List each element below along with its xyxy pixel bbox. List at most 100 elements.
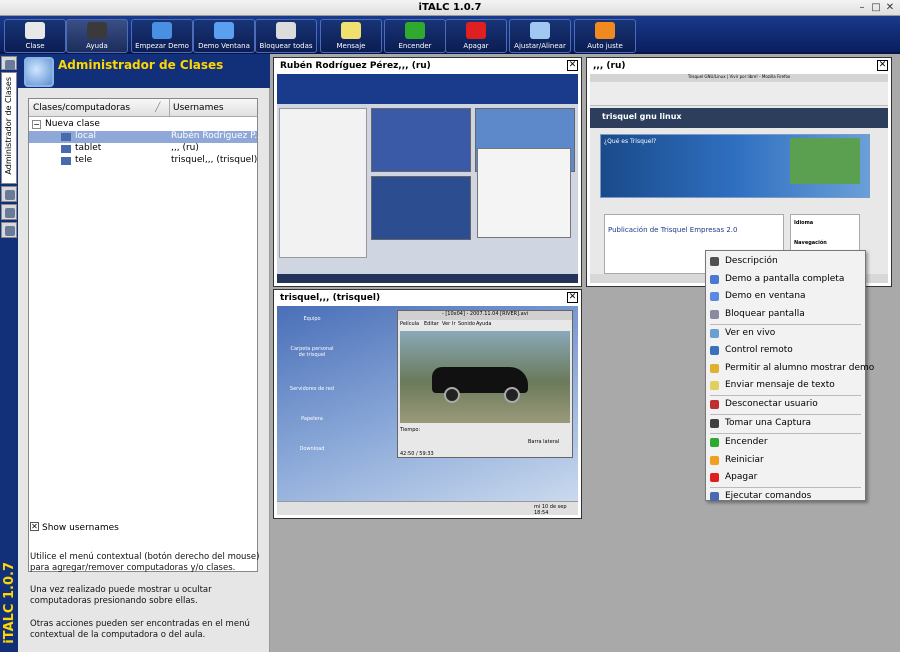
auto-adjust-icon — [595, 22, 615, 39]
screen-close-button[interactable]: ✕ — [567, 60, 578, 71]
toolbar-button-demo[interactable]: Empezar Demo — [131, 19, 193, 53]
player-menu-item: Editar — [424, 321, 439, 327]
show-usernames-label: Show usernames — [42, 523, 119, 533]
power-off-icon — [710, 473, 719, 482]
toolbar-button-label: Ayuda — [86, 42, 108, 50]
client-screen[interactable]: trisquel,,, (trisquel) ✕ Equipo Carpeta p… — [273, 289, 582, 519]
toolbar-button-power-off[interactable]: Apagar — [445, 19, 507, 53]
menu-item-window-demo[interactable]: Demo en ventana — [706, 288, 865, 305]
help-text-2: Una vez realizado puede mostrar u oculta… — [30, 585, 212, 606]
power-off-icon — [466, 22, 486, 39]
browser-title: Trisquel GNU/Linux | Vivir por libre! - … — [590, 74, 888, 82]
toolbar-button-search[interactable]: Ajustar/Alinear — [509, 19, 571, 53]
menu-item-label: Apagar — [725, 472, 758, 482]
toolbar-button-label: Apagar — [463, 42, 489, 50]
toolbar-button-label: Ajustar/Alinear — [514, 42, 566, 50]
tools-icon — [5, 208, 15, 218]
toolbar-button-label: Encender — [398, 42, 432, 50]
show-usernames-checkbox[interactable]: ✕ — [30, 522, 39, 531]
menu-item-label: Enviar mensaje de texto — [725, 380, 835, 390]
desktop-icon: Equipo — [303, 316, 321, 322]
close-window-button[interactable]: ✕ — [884, 2, 896, 14]
player-menu-item: Sonido — [458, 321, 476, 327]
menu-item-student-demo[interactable]: Permitir al alumno mostrar demo — [706, 360, 874, 377]
sidebar-tab-tools[interactable] — [1, 204, 17, 220]
panel-header: Administrador de Clases — [18, 54, 270, 88]
menu-item-power-off[interactable]: Apagar — [706, 469, 865, 486]
player-menu-item: Ver — [442, 321, 451, 327]
minimize-button[interactable]: – — [856, 2, 868, 14]
screen-user-name: Rubén Rodríguez Pérez,,, (ru) — [280, 61, 431, 71]
column-header-usernames[interactable]: Usernames — [173, 103, 224, 113]
menu-item-message[interactable]: Enviar mensaje de texto — [706, 377, 865, 394]
toolbar-button-label: Demo Ventana — [198, 42, 250, 50]
toolbar-button-label: Bloquear todas — [259, 42, 313, 50]
menu-item-label: Descripción — [725, 256, 778, 266]
collapse-icon[interactable]: − — [32, 120, 41, 129]
main-toolbar: Clase Ayuda Empezar Demo Demo Ventana Bloque… — [0, 16, 900, 54]
tree-row[interactable]: local Rubén Rodríguez P... — [29, 131, 263, 143]
toolbar-button-lock[interactable]: Bloquear todas — [255, 19, 317, 53]
sidebar-tab-gamepad[interactable] — [1, 186, 17, 202]
menu-item-remote-control[interactable]: Control remoto — [706, 342, 865, 359]
sidebar-tab-class-manager[interactable]: Administrador de Clases — [1, 72, 17, 184]
menu-item-lock-screen[interactable]: Bloquear pantalla — [706, 306, 865, 323]
menu-item-label: Permitir al alumno mostrar demo — [725, 362, 875, 373]
classes-tree[interactable]: Clases/computadoras ╱ Usernames − Nueva … — [28, 98, 263, 572]
toolbar-button-help[interactable]: Ayuda — [66, 19, 128, 53]
desktop-icon: Download — [299, 446, 325, 452]
menu-item-logout[interactable]: Desconectar usuario — [706, 396, 865, 413]
menu-item-live-view[interactable]: Ver en vivo — [706, 325, 865, 342]
menu-item-label: Desconectar usuario — [725, 399, 818, 409]
tree-row[interactable]: tele trisquel,,, (trisquel) — [29, 155, 257, 167]
time-display: 42:50 / 59:33 — [400, 451, 434, 457]
menu-item-reboot[interactable]: Reiniciar — [706, 452, 865, 469]
screen-close-button[interactable]: ✕ — [877, 60, 888, 71]
class-icon — [25, 22, 45, 39]
menu-item-label: Ver en vivo — [725, 327, 776, 338]
computer-user: trisquel,,, (trisquel) — [171, 155, 258, 165]
menu-item-execute[interactable]: Ejecutar comandos — [706, 488, 865, 505]
power-on-icon — [405, 22, 425, 39]
toolbar-button-window-demo[interactable]: Demo Ventana — [193, 19, 255, 53]
menu-item-label: Bloquear pantalla — [725, 308, 805, 319]
screen2-side-label: Idioma — [794, 220, 814, 226]
panel-clock: mi 10 de sep 18:54 — [534, 504, 567, 515]
menu-item-fullscreen-demo[interactable]: Demo a pantalla completa — [706, 271, 865, 288]
help-icon — [87, 22, 107, 39]
sidebar-tab-config[interactable] — [1, 222, 17, 238]
toolbar-button-message[interactable]: Mensaje — [320, 19, 382, 53]
message-icon — [341, 22, 361, 39]
fullscreen-demo-icon — [710, 274, 719, 284]
computer-name: tablet — [75, 143, 102, 153]
window-title: iTALC 1.0.7 — [418, 2, 482, 13]
trisquel-logo: trisquel gnu linux — [602, 112, 682, 121]
computer-icon — [61, 145, 71, 153]
panel-title: Administrador de Clases — [58, 58, 224, 72]
column-header-classes[interactable]: Clases/computadoras — [33, 103, 130, 113]
window-demo-icon — [214, 22, 234, 39]
maximize-button[interactable]: □ — [870, 2, 882, 14]
search-icon — [530, 22, 550, 39]
menu-item-description[interactable]: Descripción — [706, 253, 865, 270]
menu-item-power-on[interactable]: Encender — [706, 434, 865, 451]
toolbar-button-auto-adjust[interactable]: Auto juste — [574, 19, 636, 53]
client-screen[interactable]: Rubén Rodríguez Pérez,,, (ru) ✕ — [273, 57, 582, 287]
tree-row[interactable]: tablet ,,, (ru) — [29, 143, 257, 155]
toolbar-button-power-on[interactable]: Encender — [384, 19, 446, 53]
toolbar-button-class[interactable]: Clase — [4, 19, 66, 53]
menu-item-camera[interactable]: Tomar una Captura — [706, 415, 865, 432]
execute-icon — [710, 492, 719, 501]
computer-context-menu: Descripción Demo a pantalla completa Demo … — [705, 250, 874, 501]
demo-icon — [152, 22, 172, 39]
screen-thumbnail — [277, 74, 578, 283]
sidebar-tab-snapshot[interactable] — [1, 56, 17, 70]
gamepad-icon — [5, 190, 15, 200]
toolbar-button-label: Mensaje — [336, 42, 366, 50]
menu-item-label: Control remoto — [725, 345, 793, 355]
screen-close-button[interactable]: ✕ — [567, 292, 578, 303]
config-icon — [5, 226, 15, 236]
toolbar-button-label: Empezar Demo — [135, 42, 189, 50]
window-demo-icon — [710, 292, 719, 301]
tree-row[interactable]: − Nueva clase — [29, 119, 257, 131]
